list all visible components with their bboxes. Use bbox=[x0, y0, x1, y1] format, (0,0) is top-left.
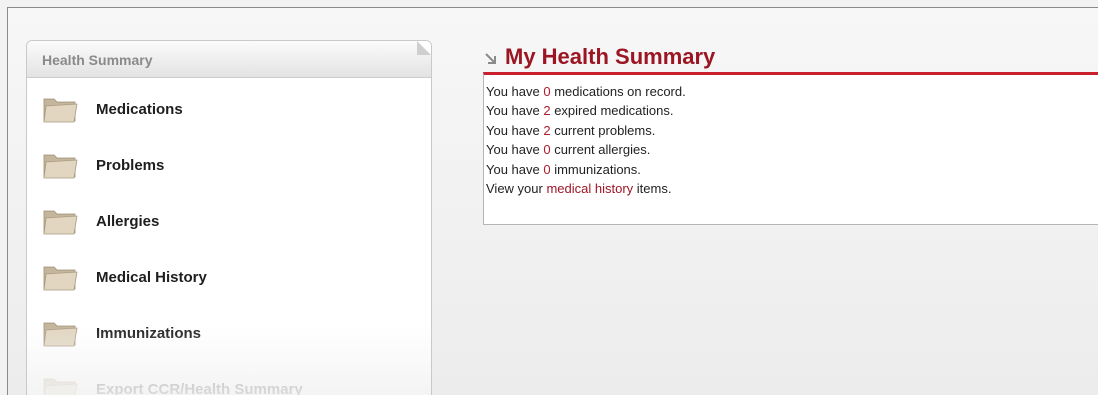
summary-medical-history: View your medical history items. bbox=[486, 179, 1098, 198]
sidebar-item-label: Allergies bbox=[96, 213, 159, 230]
summary-text: You have bbox=[486, 123, 543, 138]
summary-medications: You have 0 medications on record. bbox=[486, 82, 1098, 101]
summary-text: items. bbox=[633, 181, 671, 196]
sidebar-item-label: Medications bbox=[96, 101, 183, 118]
summary-text: medications on record. bbox=[551, 84, 686, 99]
summary-problems: You have 2 current problems. bbox=[486, 121, 1098, 140]
folder-icon bbox=[42, 261, 78, 293]
sidebar-header: Health Summary bbox=[27, 41, 431, 78]
summary-text: current allergies. bbox=[551, 142, 651, 157]
folder-icon bbox=[42, 149, 78, 181]
folder-icon bbox=[42, 317, 78, 349]
folder-icon bbox=[42, 93, 78, 125]
summary-text: You have bbox=[486, 142, 543, 157]
summary-allergies: You have 0 current allergies. bbox=[486, 140, 1098, 159]
summary-text: You have bbox=[486, 162, 543, 177]
folder-icon bbox=[42, 373, 78, 395]
arrow-down-right-icon bbox=[483, 51, 499, 67]
summary-text: current problems. bbox=[551, 123, 656, 138]
summary-immunizations: You have 0 immunizations. bbox=[486, 160, 1098, 179]
page-title: My Health Summary bbox=[483, 42, 715, 72]
sidebar-item-label: Immunizations bbox=[96, 325, 201, 342]
immunizations-count: 0 bbox=[543, 162, 550, 177]
medical-history-link[interactable]: medical history bbox=[546, 181, 633, 196]
page-title-text: My Health Summary bbox=[505, 44, 715, 70]
summary-text: immunizations. bbox=[551, 162, 641, 177]
sidebar-item-allergies[interactable]: Allergies bbox=[42, 201, 402, 241]
summary-text: You have bbox=[486, 84, 543, 99]
sidebar-item-label: Problems bbox=[96, 157, 164, 174]
summary-expired-medications: You have 2 expired medications. bbox=[486, 101, 1098, 120]
expired-medications-count: 2 bbox=[543, 103, 550, 118]
medications-count: 0 bbox=[543, 84, 550, 99]
sidebar-item-export-ccr[interactable]: Export CCR/Health Summary bbox=[42, 369, 402, 395]
sidebar-item-label: Medical History bbox=[96, 269, 207, 286]
sidebar-title: Health Summary bbox=[42, 52, 152, 68]
summary-box: You have 0 medications on record. You ha… bbox=[483, 72, 1098, 225]
summary-text: You have bbox=[486, 103, 543, 118]
sidebar-item-problems[interactable]: Problems bbox=[42, 145, 402, 185]
corner-fold-icon bbox=[417, 41, 431, 55]
health-summary-sidebar: Health Summary Medications Problems Alle… bbox=[26, 40, 432, 395]
problems-count: 2 bbox=[543, 123, 550, 138]
sidebar-item-label: Export CCR/Health Summary bbox=[96, 381, 303, 395]
sidebar-item-medical-history[interactable]: Medical History bbox=[42, 257, 402, 297]
allergies-count: 0 bbox=[543, 142, 550, 157]
summary-text: expired medications. bbox=[551, 103, 674, 118]
sidebar-item-medications[interactable]: Medications bbox=[42, 89, 402, 129]
summary-text: View your bbox=[486, 181, 546, 196]
sidebar-item-immunizations[interactable]: Immunizations bbox=[42, 313, 402, 353]
folder-icon bbox=[42, 205, 78, 237]
